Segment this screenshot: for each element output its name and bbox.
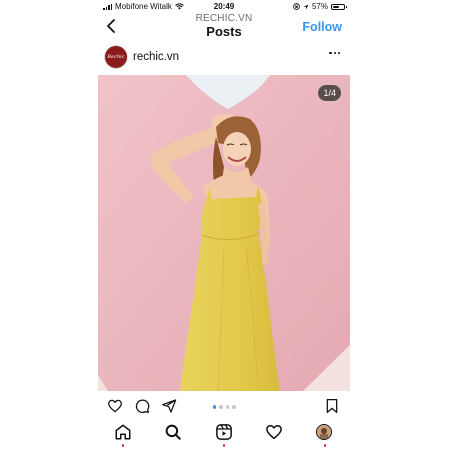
avatar-logo-text: Rechic [107, 54, 125, 60]
fashion-photo [98, 75, 350, 391]
avatar[interactable]: Rechic [104, 45, 128, 69]
reels-notification-dot [222, 444, 225, 447]
more-horizontal-icon[interactable] [329, 52, 340, 55]
post-photo[interactable]: 1/4 [98, 75, 350, 391]
profile-avatar-icon[interactable] [316, 424, 332, 440]
post-header: Rechic rechic.vn [98, 44, 350, 72]
carousel-dot [232, 405, 236, 409]
carousel-indicator [98, 405, 350, 409]
carousel-dot [219, 405, 223, 409]
profile-photo [317, 425, 331, 439]
home-notification-dot [121, 444, 124, 447]
rotation-lock-icon [293, 3, 300, 10]
battery-icon [331, 3, 347, 10]
username[interactable]: rechic.vn [133, 51, 179, 63]
battery-percent: 57% [311, 2, 328, 11]
post-actions [98, 396, 350, 416]
reels-icon[interactable] [215, 423, 233, 441]
bookmark-icon[interactable] [324, 398, 340, 414]
follow-button[interactable]: Follow [302, 20, 342, 34]
carousel-dot [225, 405, 229, 409]
home-icon[interactable] [114, 423, 132, 441]
profile-notification-dot [323, 444, 326, 447]
carousel-dot [212, 405, 216, 409]
instagram-post-screen: Mobifone Witalk 20:49 57% RECHIC.VN Post… [98, 0, 350, 449]
top-header: RECHIC.VN Posts Follow [98, 12, 350, 40]
activity-heart-icon[interactable] [265, 423, 283, 441]
search-icon[interactable] [164, 423, 182, 441]
status-right: 57% [293, 2, 347, 11]
image-counter: 1/4 [318, 85, 341, 101]
location-arrow-icon [303, 4, 309, 9]
bottom-tab-bar [98, 420, 350, 449]
